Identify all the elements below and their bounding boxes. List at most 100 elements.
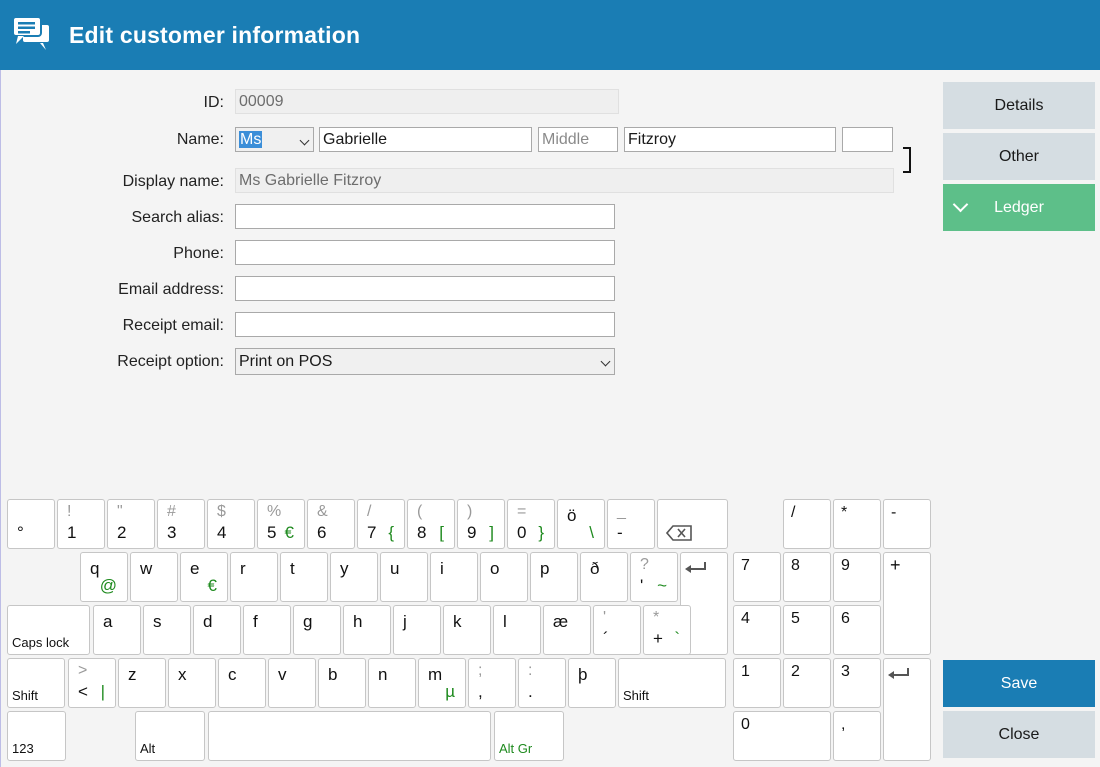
- numpad-key-4[interactable]: 4: [733, 605, 781, 655]
- key-glyph: >: [78, 662, 88, 679]
- key-<[interactable]: > < |: [68, 658, 116, 708]
- key-k[interactable]: k: [443, 605, 491, 655]
- left-shift-key[interactable]: Shift: [7, 658, 65, 708]
- key-glyph: $: [217, 503, 226, 520]
- key-9[interactable]: ) 9]: [457, 499, 505, 549]
- key-x[interactable]: x: [168, 658, 216, 708]
- key-'[interactable]: ? ' ~: [630, 552, 678, 602]
- key-5[interactable]: % 5 €: [257, 499, 305, 549]
- numpad-key-comma[interactable]: ,: [833, 711, 881, 761]
- key-þ[interactable]: þ: [568, 658, 616, 708]
- caps-lock-key[interactable]: Caps lock: [7, 605, 90, 655]
- key-+[interactable]: * + `: [643, 605, 691, 655]
- suffix-input[interactable]: [842, 127, 893, 152]
- key-u[interactable]: u: [380, 552, 428, 602]
- save-button[interactable]: Save: [943, 660, 1095, 707]
- numpad-plus-key[interactable]: +: [883, 552, 931, 655]
- numpad-key-/[interactable]: /: [783, 499, 831, 549]
- key-a[interactable]: a: [93, 605, 141, 655]
- numpad-key-2[interactable]: 2: [783, 658, 831, 708]
- key-7[interactable]: / 7 {: [357, 499, 405, 549]
- key-glyph: 4: [217, 523, 227, 542]
- numpad-key--[interactable]: -: [883, 499, 931, 549]
- key-r[interactable]: r: [230, 552, 278, 602]
- numpad-key-3[interactable]: 3: [833, 658, 881, 708]
- numpad-enter-key[interactable]: [883, 658, 931, 761]
- title-select[interactable]: Ms: [235, 127, 314, 152]
- numpad-key-0[interactable]: 0: [733, 711, 831, 761]
- key-v[interactable]: v: [268, 658, 316, 708]
- key-i[interactable]: i: [430, 552, 478, 602]
- alt-gr-key[interactable]: Alt Gr: [494, 711, 564, 761]
- email-input[interactable]: [235, 276, 615, 301]
- key-o[interactable]: o: [480, 552, 528, 602]
- key-f[interactable]: f: [243, 605, 291, 655]
- phone-input[interactable]: [235, 240, 615, 265]
- numpad-key-6[interactable]: 6: [833, 605, 881, 655]
- key-ð[interactable]: ð: [580, 552, 628, 602]
- key-°[interactable]: °: [7, 499, 55, 549]
- first-name-input[interactable]: Gabrielle: [319, 127, 532, 152]
- key-p[interactable]: p: [530, 552, 578, 602]
- key-glyph: ?: [640, 556, 649, 573]
- alt-key[interactable]: Alt: [135, 711, 205, 761]
- key-8[interactable]: (8 [: [407, 499, 455, 549]
- key-ö[interactable]: ö \: [557, 499, 605, 549]
- key-s[interactable]: s: [143, 605, 191, 655]
- key-.[interactable]: :.: [518, 658, 566, 708]
- key-,[interactable]: ;,: [468, 658, 516, 708]
- num-mode-key[interactable]: 123: [7, 711, 66, 761]
- key-4[interactable]: $4: [207, 499, 255, 549]
- key-glyph: 9: [841, 557, 850, 574]
- last-name-input[interactable]: Fitzroy: [624, 127, 836, 152]
- key-c[interactable]: c: [218, 658, 266, 708]
- key-1[interactable]: ! 1: [57, 499, 105, 549]
- other-button[interactable]: Other: [943, 133, 1095, 180]
- key-l[interactable]: l: [493, 605, 541, 655]
- key-glyph: 5: [267, 523, 277, 542]
- key-glyph: /: [367, 503, 372, 520]
- search-alias-input[interactable]: [235, 204, 615, 229]
- numpad-key-*[interactable]: *: [833, 499, 881, 549]
- numpad-key-1[interactable]: 1: [733, 658, 781, 708]
- key-h[interactable]: h: [343, 605, 391, 655]
- key-z[interactable]: z: [118, 658, 166, 708]
- numpad-key-7[interactable]: 7: [733, 552, 781, 602]
- receipt-option-select[interactable]: Print on POS: [235, 348, 615, 375]
- key-e[interactable]: e €: [180, 552, 228, 602]
- ledger-button[interactable]: Ledger: [943, 184, 1095, 231]
- numpad-key-8[interactable]: 8: [783, 552, 831, 602]
- key-n[interactable]: n: [368, 658, 416, 708]
- key-j[interactable]: j: [393, 605, 441, 655]
- key-2[interactable]: " 2: [107, 499, 155, 549]
- key-b[interactable]: b: [318, 658, 366, 708]
- key-d[interactable]: d: [193, 605, 241, 655]
- key-æ[interactable]: æ: [543, 605, 591, 655]
- close-button[interactable]: Close: [943, 711, 1095, 758]
- key-glyph: *: [841, 504, 848, 521]
- key-y[interactable]: y: [330, 552, 378, 602]
- key-0[interactable]: = 0}: [507, 499, 555, 549]
- key-g[interactable]: g: [293, 605, 341, 655]
- return-arrow-icon: [888, 668, 909, 679]
- key-m[interactable]: mµ: [418, 658, 466, 708]
- key-3[interactable]: #3: [157, 499, 205, 549]
- right-shift-key[interactable]: Shift: [618, 658, 726, 708]
- receipt-email-input[interactable]: [235, 312, 615, 337]
- key-w[interactable]: w: [130, 552, 178, 602]
- key-6[interactable]: & 6: [307, 499, 355, 549]
- space-key[interactable]: [208, 711, 491, 761]
- key-t[interactable]: t: [280, 552, 328, 602]
- details-button[interactable]: Details: [943, 82, 1095, 129]
- key-glyph: w: [140, 559, 153, 578]
- numpad-key-9[interactable]: 9: [833, 552, 881, 602]
- key-glyph: #: [167, 503, 176, 520]
- middle-name-input[interactable]: Middle: [538, 127, 618, 152]
- numpad-key-5[interactable]: 5: [783, 605, 831, 655]
- key-q[interactable]: q @: [80, 552, 128, 602]
- key-glyph: =: [517, 503, 527, 520]
- key-glyph: -: [891, 504, 897, 521]
- key-´[interactable]: ' ´: [593, 605, 641, 655]
- backspace-key[interactable]: [657, 499, 728, 549]
- key--[interactable]: _ -: [607, 499, 655, 549]
